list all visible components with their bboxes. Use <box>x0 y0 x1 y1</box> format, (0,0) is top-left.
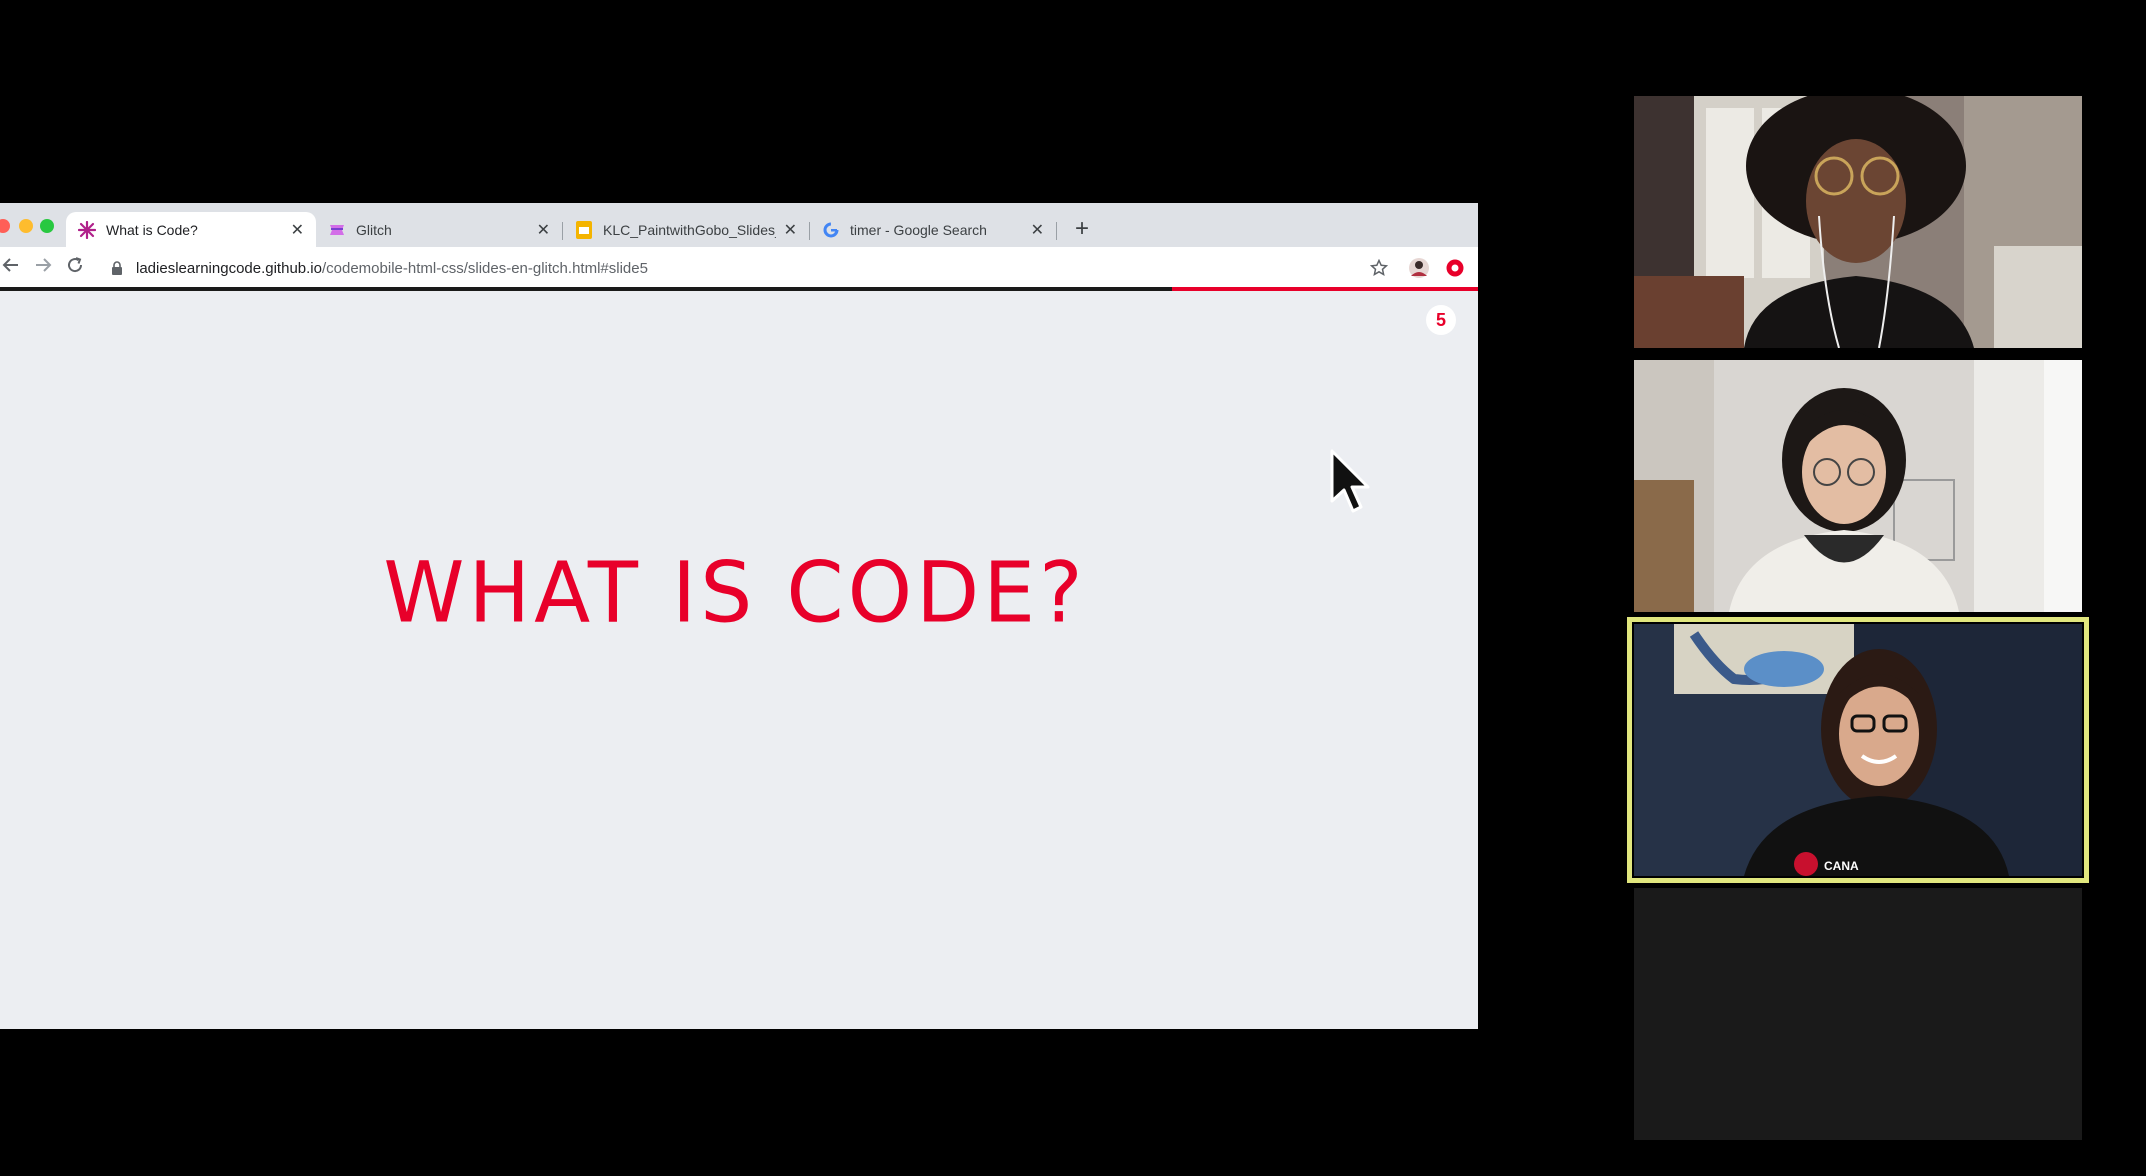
url-host: ladieslearningcode.github.io <box>136 259 322 277</box>
tab-label: What is Code? <box>106 221 198 238</box>
minimize-window-button[interactable] <box>19 219 33 233</box>
svg-text:CANA: CANA <box>1824 859 1859 873</box>
bookmark-star-button[interactable] <box>1369 258 1389 282</box>
close-tab-icon[interactable]: ✕ <box>291 220 304 240</box>
presentation-slide: 5 WHAT IS CODE? <box>0 291 1478 1029</box>
url-path: /codemobile-html-css/slides-en-glitch.ht… <box>321 259 648 277</box>
participant-video-tile-2[interactable] <box>1634 360 2082 612</box>
close-window-button[interactable] <box>0 219 10 233</box>
star-icon <box>1369 258 1389 277</box>
tab-klc-slides[interactable]: KLC_PaintwithGobo_Slides_On ✕ <box>563 212 809 247</box>
close-tab-icon[interactable]: ✕ <box>784 220 797 240</box>
maximize-window-button[interactable] <box>40 219 54 233</box>
tab-strip: What is Code? ✕ Glitch ✕ KLC_PaintwithGo… <box>0 203 1478 247</box>
avatar-icon <box>1409 258 1429 278</box>
participant-2-video <box>1634 360 2082 612</box>
tab-what-is-code[interactable]: What is Code? ✕ <box>66 212 316 247</box>
arrow-right-icon <box>36 258 52 272</box>
lock-icon <box>112 261 122 275</box>
slide-number-badge: 5 <box>1426 305 1456 335</box>
reload-button[interactable] <box>66 256 84 279</box>
extension-button[interactable] <box>1446 259 1464 282</box>
reload-icon <box>68 257 83 273</box>
participant-video-tile-3-active-speaker[interactable]: CANA <box>1627 617 2089 883</box>
tab-divider <box>1056 222 1057 240</box>
google-icon <box>822 221 840 239</box>
participant-video-tile-1[interactable] <box>1634 96 2082 348</box>
browser-toolbar: ladieslearningcode.github.io/codemobile-… <box>0 247 1478 289</box>
participant-video-tile-4-empty[interactable] <box>1634 888 2082 1140</box>
tab-label: Glitch <box>356 221 392 238</box>
mouse-cursor-icon <box>1330 449 1370 513</box>
forward-button[interactable] <box>34 256 52 279</box>
google-slides-icon <box>575 220 593 239</box>
ladies-learning-code-icon <box>78 220 96 239</box>
new-tab-button[interactable]: + <box>1068 215 1096 243</box>
extension-record-icon <box>1446 259 1464 277</box>
back-button[interactable] <box>2 256 20 279</box>
tab-label: timer - Google Search <box>850 221 987 238</box>
participant-1-video <box>1634 96 2082 348</box>
arrow-left-icon <box>2 258 18 272</box>
slide-title: WHAT IS CODE? <box>383 545 1087 642</box>
tab-timer-search[interactable]: timer - Google Search ✕ <box>810 212 1056 247</box>
browser-window: What is Code? ✕ Glitch ✕ KLC_PaintwithGo… <box>0 203 1478 1029</box>
address-bar[interactable]: ladieslearningcode.github.io/codemobile-… <box>100 252 1362 284</box>
participant-3-video: CANA <box>1634 624 2082 876</box>
glitch-icon <box>328 221 346 239</box>
close-tab-icon[interactable]: ✕ <box>1031 220 1044 240</box>
profile-avatar-button[interactable] <box>1408 257 1430 284</box>
close-tab-icon[interactable]: ✕ <box>537 220 550 240</box>
tab-glitch[interactable]: Glitch ✕ <box>316 212 562 247</box>
tab-label: KLC_PaintwithGobo_Slides_On <box>603 221 776 238</box>
